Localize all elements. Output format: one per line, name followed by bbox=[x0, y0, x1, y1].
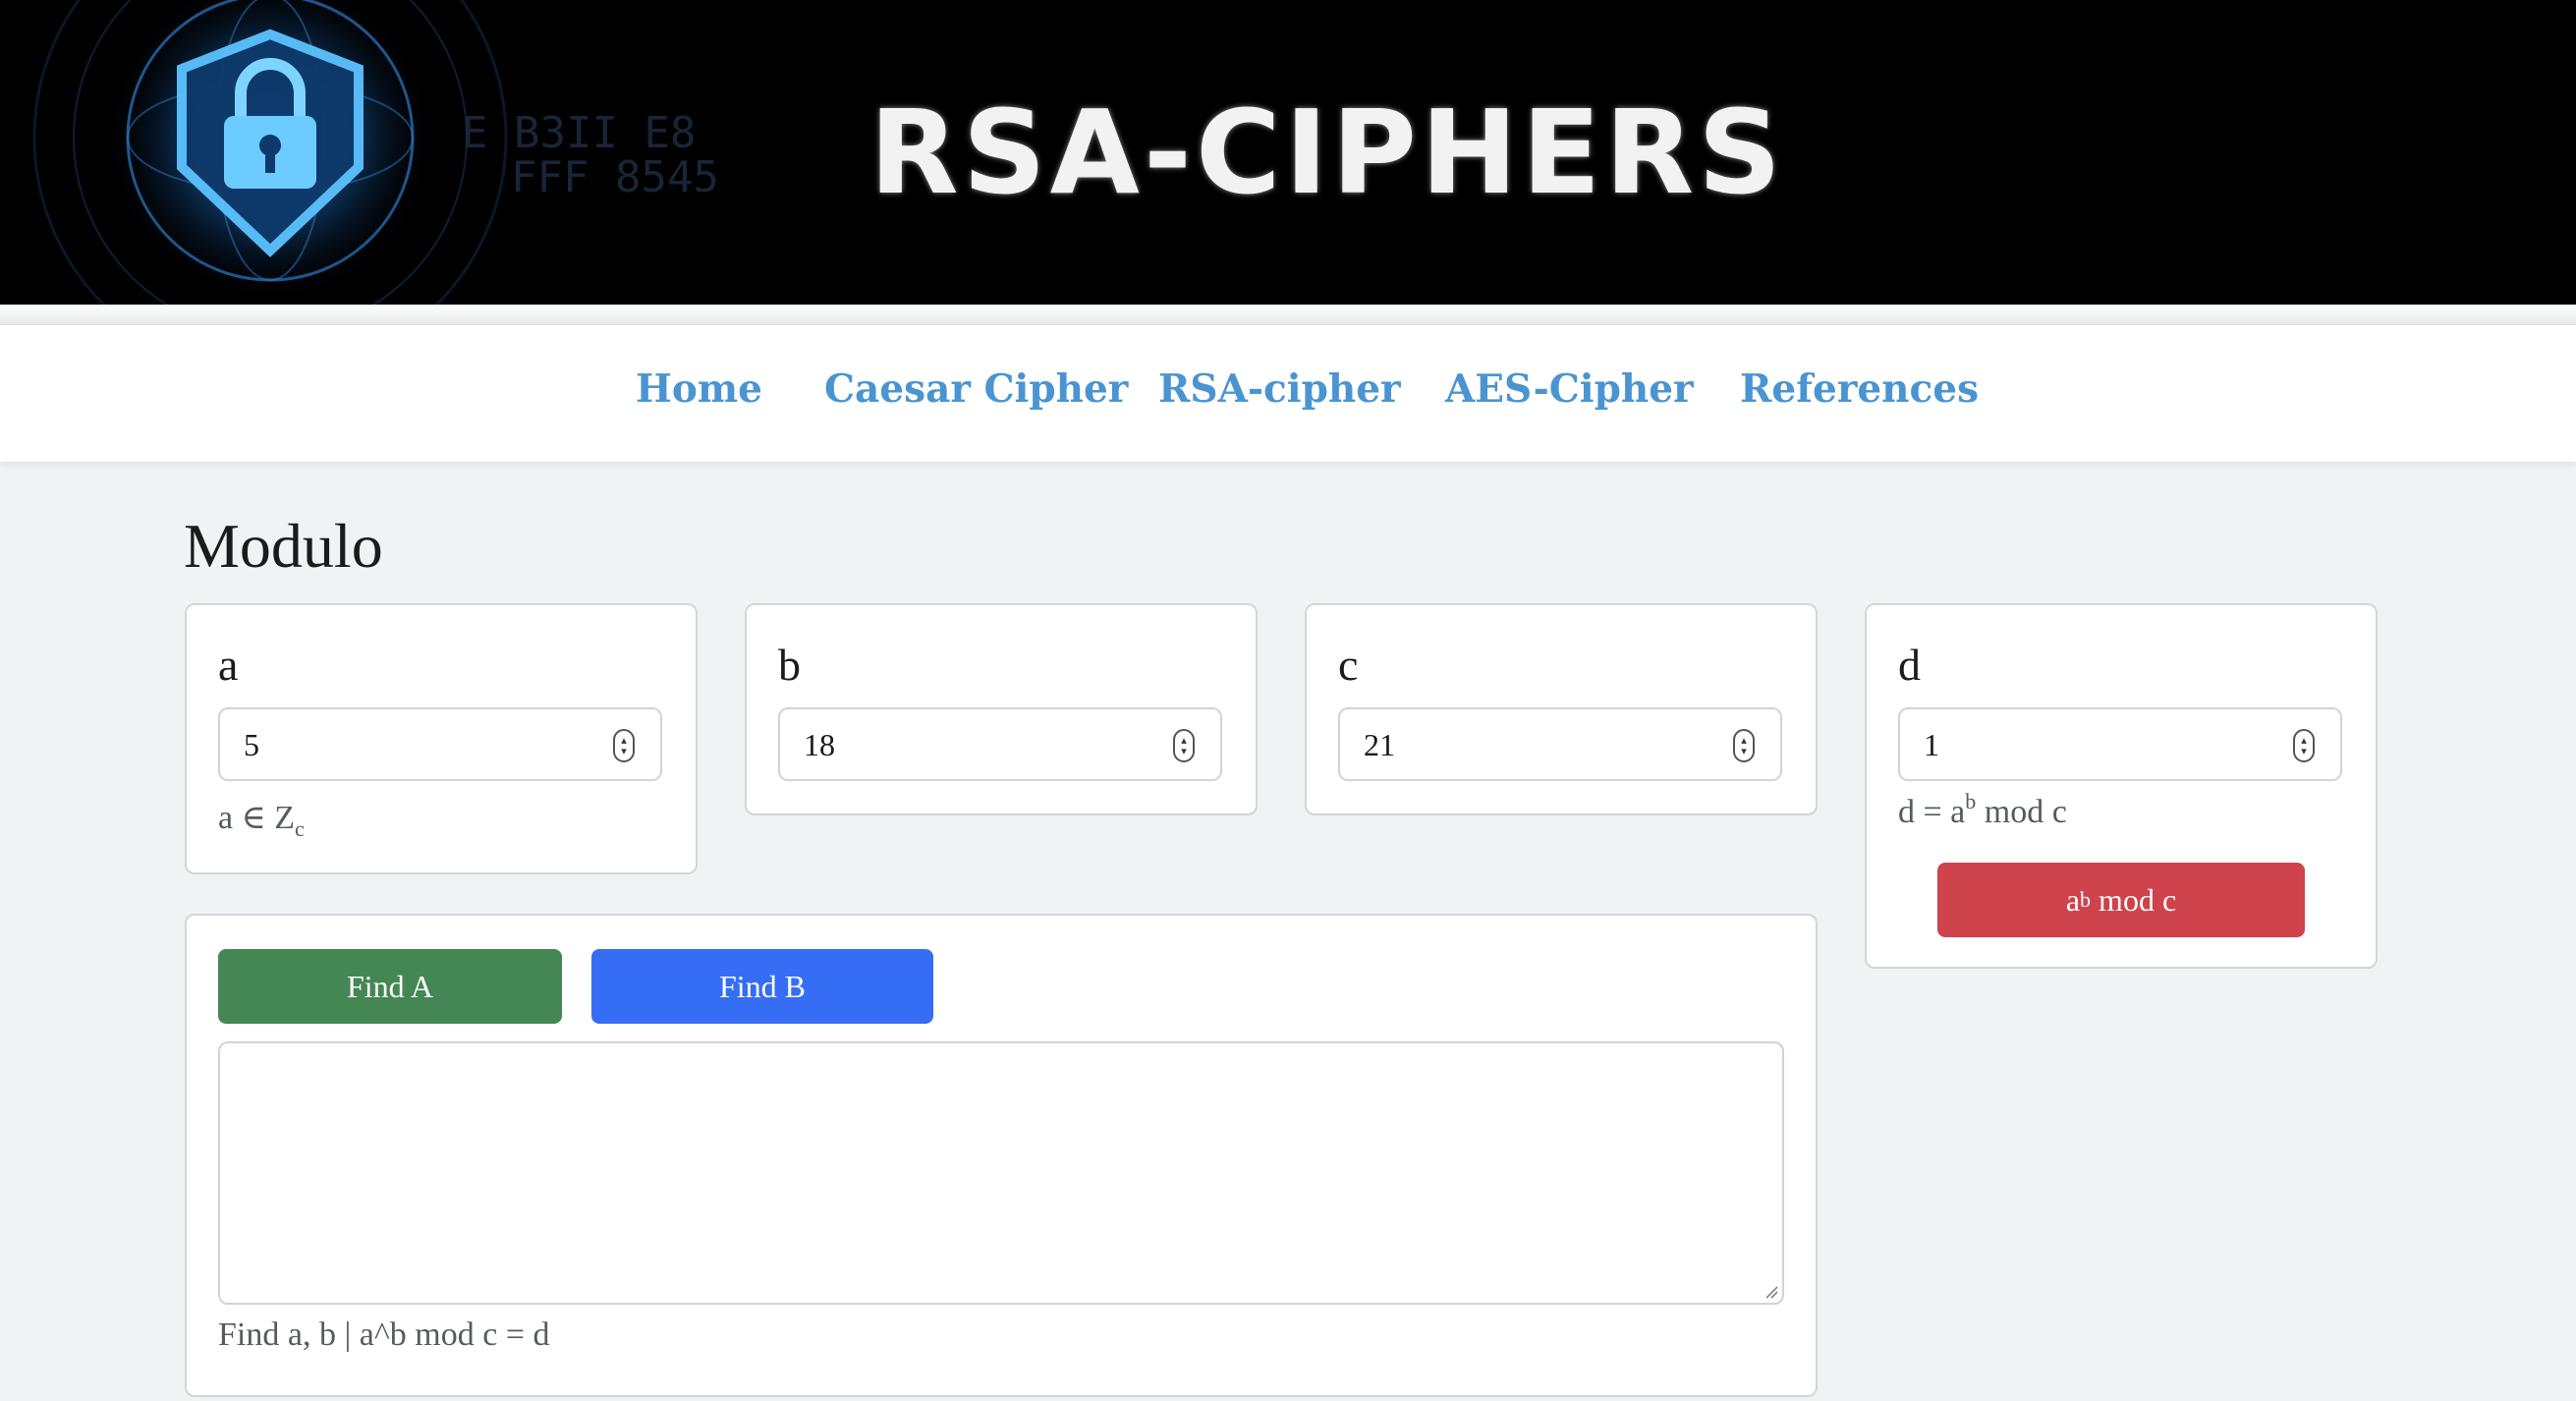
label-a: a bbox=[218, 640, 239, 690]
nav-divider bbox=[0, 305, 2576, 324]
find-a-button[interactable]: Find A bbox=[218, 949, 562, 1024]
nav-caesar-cipher[interactable]: Caesar Cipher bbox=[824, 366, 1128, 412]
resize-grip-icon[interactable] bbox=[1764, 1285, 1778, 1299]
help-a-sub: c bbox=[295, 816, 305, 841]
input-a[interactable]: 5 ▴ ▾ bbox=[218, 707, 662, 781]
input-c[interactable]: 21 ▴ ▾ bbox=[1338, 707, 1782, 781]
site-title: RSA-CIPHERS bbox=[868, 84, 1786, 220]
nav-rsa-cipher[interactable]: RSA-cipher bbox=[1158, 366, 1401, 412]
help-a: a ∈ Zc bbox=[218, 798, 305, 842]
find-b-button[interactable]: Find B bbox=[591, 949, 933, 1024]
compute-suffix: mod c bbox=[2091, 881, 2177, 918]
result-textarea[interactable] bbox=[218, 1041, 1784, 1305]
help-a-main: a ∈ Z bbox=[218, 800, 296, 836]
main-nav: Home Caesar Cipher RSA-cipher AES-Cipher… bbox=[0, 324, 2576, 462]
label-b: b bbox=[778, 640, 801, 690]
nav-home[interactable]: Home bbox=[636, 366, 762, 412]
help-find: Find a, b | a^b mod c = d bbox=[218, 1317, 550, 1353]
card-c: c 21 ▴ ▾ bbox=[1305, 603, 1818, 815]
label-d: d bbox=[1898, 640, 1921, 690]
input-b[interactable]: 18 ▴ ▾ bbox=[778, 707, 1222, 781]
page-title: Modulo bbox=[184, 511, 383, 581]
nav-references[interactable]: References bbox=[1740, 366, 1979, 412]
spinner-icon[interactable]: ▴ ▾ bbox=[1173, 729, 1195, 762]
help-d: d = ab mod c bbox=[1898, 791, 2067, 831]
nav-aes-cipher[interactable]: AES-Cipher bbox=[1445, 366, 1694, 412]
spinner-icon[interactable]: ▴ ▾ bbox=[1733, 729, 1755, 762]
spinner-icon[interactable]: ▴ ▾ bbox=[613, 729, 635, 762]
help-d-prefix: d = a bbox=[1898, 794, 1966, 830]
header-banner: E B3II E8 FFF 8545 RSA-CIPHERS bbox=[0, 0, 2576, 305]
card-a: a 5 ▴ ▾ a ∈ Zc bbox=[185, 603, 698, 874]
help-d-sup: b bbox=[1965, 789, 1977, 813]
input-a-value: 5 bbox=[244, 727, 259, 762]
card-b: b 18 ▴ ▾ bbox=[745, 603, 1258, 815]
spinner-icon[interactable]: ▴ ▾ bbox=[2293, 729, 2315, 762]
card-d: d 1 ▴ ▾ d = ab mod c ab mod c bbox=[1865, 603, 2378, 969]
input-d-value: 1 bbox=[1924, 727, 1939, 762]
input-c-value: 21 bbox=[1364, 727, 1395, 762]
compute-base: a bbox=[2065, 881, 2081, 918]
card-find: Find A Find B Find a, b | a^b mod c = d bbox=[185, 914, 1818, 1397]
input-b-value: 18 bbox=[804, 727, 835, 762]
label-c: c bbox=[1338, 640, 1359, 690]
help-d-suffix: mod c bbox=[1976, 794, 2067, 830]
input-d[interactable]: 1 ▴ ▾ bbox=[1898, 707, 2342, 781]
compute-mod-button[interactable]: ab mod c bbox=[1937, 863, 2305, 937]
